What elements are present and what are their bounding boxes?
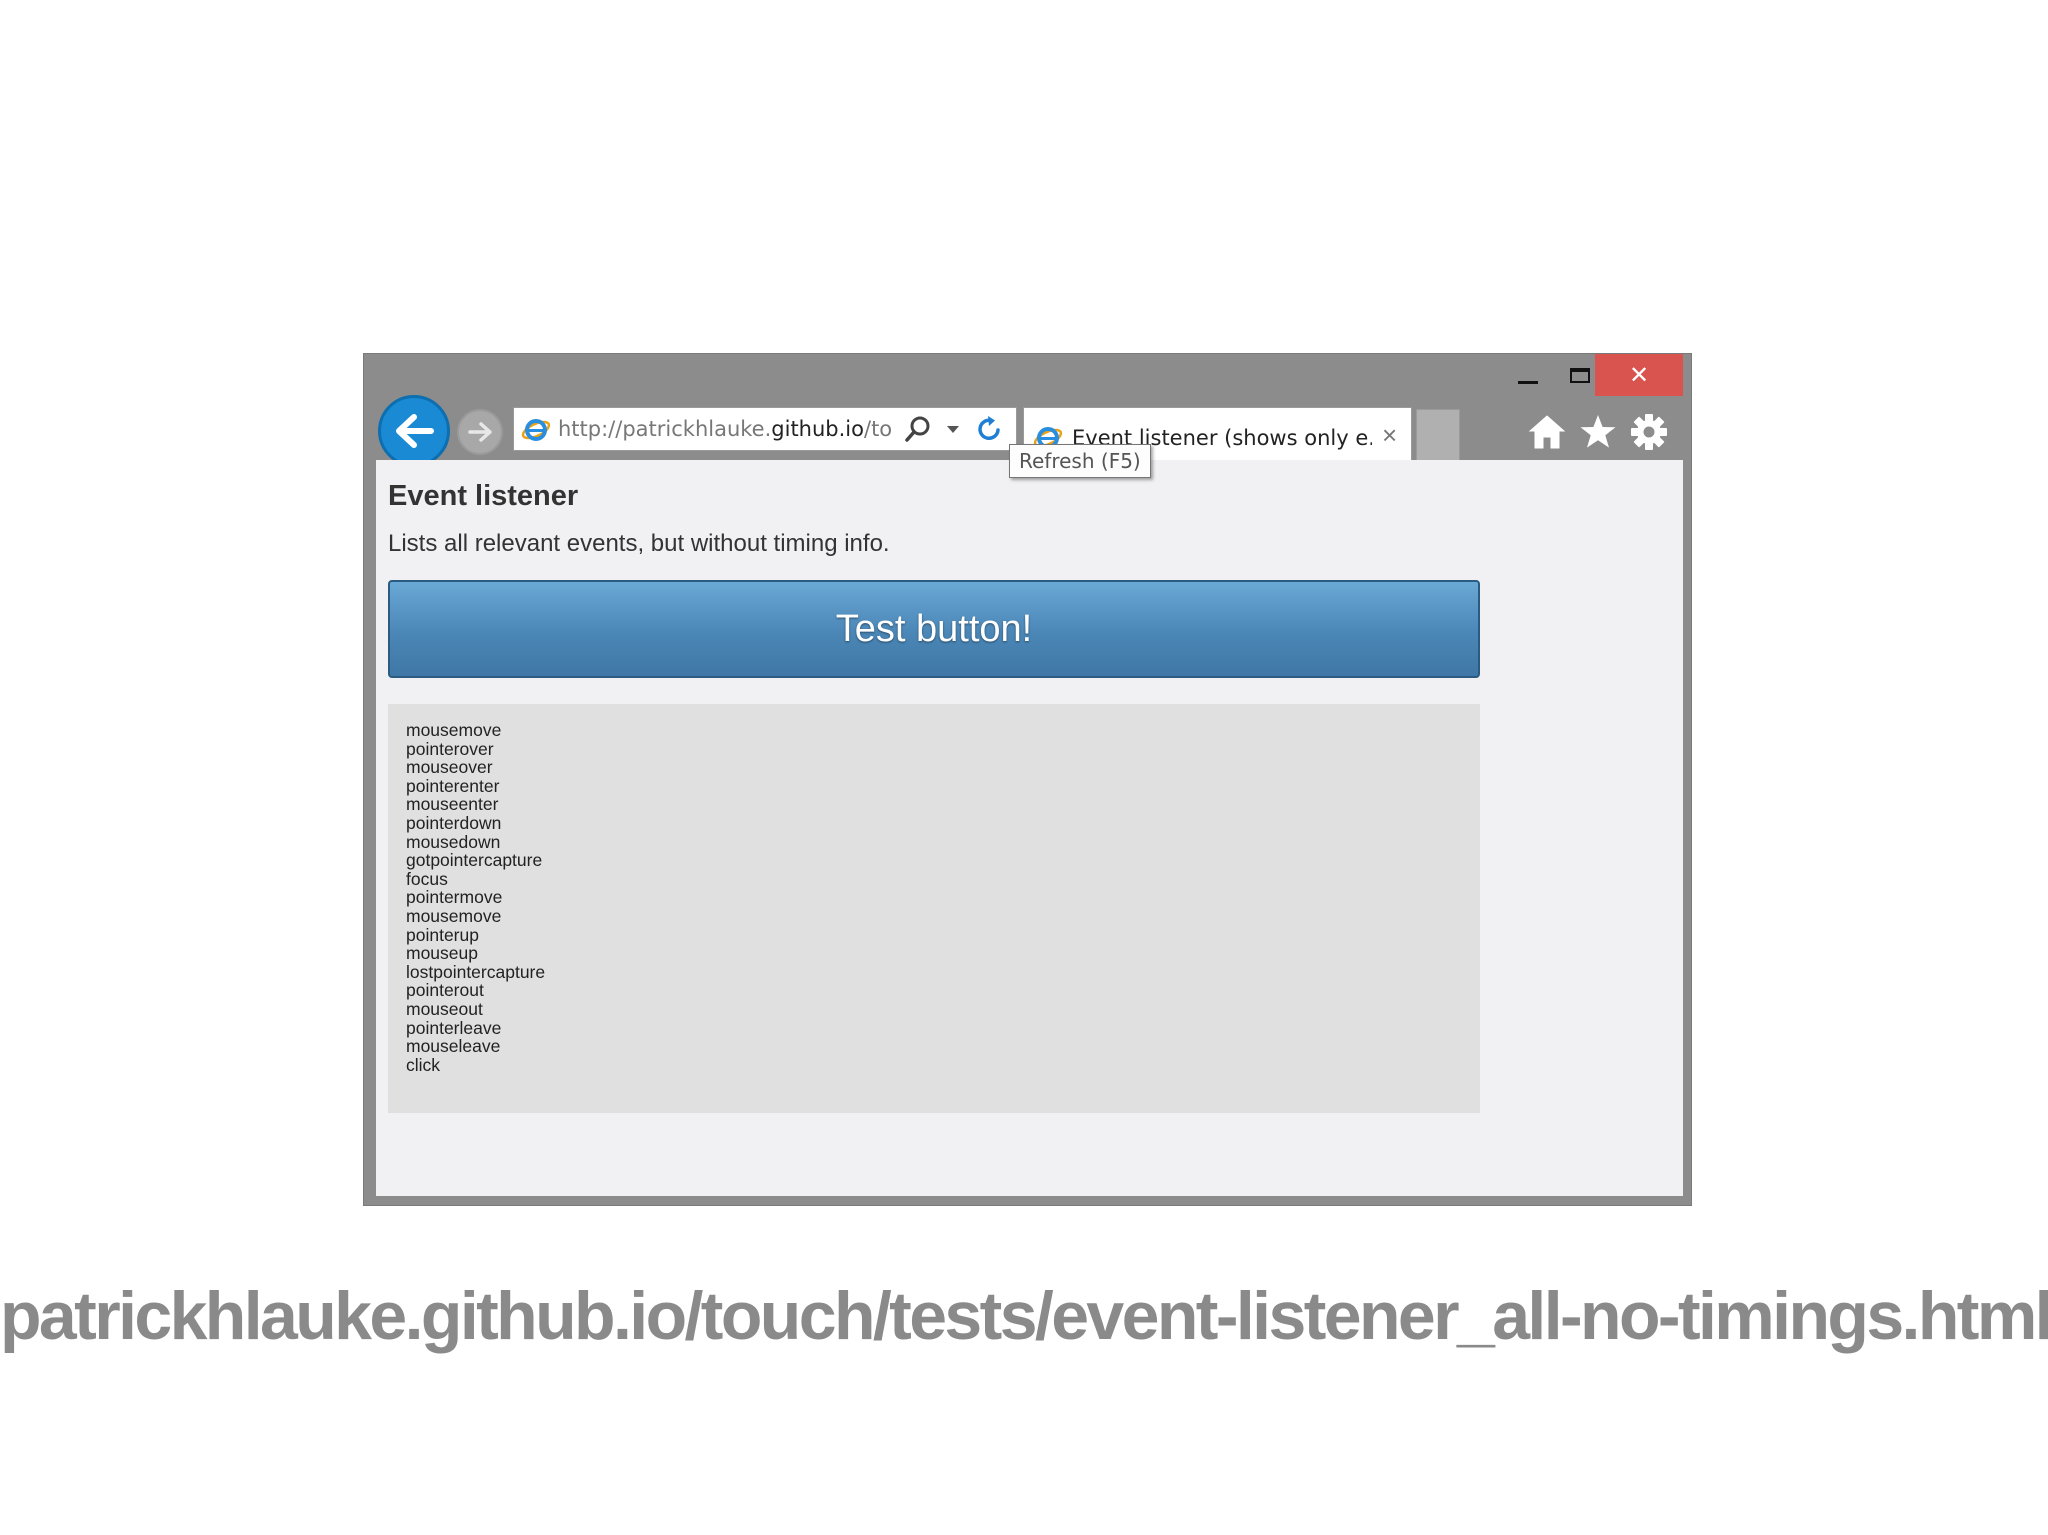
event-log-item: mouseout	[406, 998, 483, 1019]
footer-url: patrickhlauke.github.io/touch/tests/even…	[0, 1278, 2048, 1354]
event-log-item: mouseup	[406, 943, 478, 964]
event-log-item: pointerleave	[406, 1017, 502, 1038]
event-log-item: pointerout	[406, 980, 484, 1001]
event-log: mousemove pointerover mouseover pointerente…	[388, 704, 1480, 1113]
refresh-icon[interactable]	[974, 414, 1004, 444]
address-url[interactable]: http://patrickhlauke.github.io/to	[558, 417, 898, 441]
address-bar[interactable]: http://patrickhlauke.github.io/to	[513, 407, 1017, 451]
event-log-item: pointerenter	[406, 775, 500, 796]
event-log-item: mouseover	[406, 757, 493, 778]
url-domain: github.io	[771, 417, 864, 441]
ie-logo-icon	[520, 413, 552, 445]
forward-arrow-icon	[468, 422, 492, 442]
page-title: Event listener	[388, 480, 579, 512]
search-icon[interactable]	[904, 415, 932, 443]
url-prefix: http://patrickhlauke.	[558, 417, 772, 441]
forward-button[interactable]	[457, 409, 503, 455]
back-arrow-icon	[396, 414, 434, 448]
event-log-item: mousedown	[406, 831, 501, 852]
close-button[interactable]: ✕	[1595, 354, 1683, 396]
url-suffix: /to	[864, 417, 893, 441]
event-log-item: focus	[406, 868, 448, 889]
test-button[interactable]: Test button!	[388, 580, 1480, 678]
event-log-item: mousemove	[406, 720, 502, 740]
event-log-item: pointerup	[406, 924, 479, 945]
event-log-item: pointerdown	[406, 812, 502, 833]
page-description: Lists all relevant events, but without t…	[388, 530, 890, 557]
page-content: Event listener Lists all relevant events…	[376, 460, 1683, 1196]
event-log-item: lostpointercapture	[406, 961, 546, 982]
home-icon[interactable]	[1524, 409, 1570, 455]
event-log-item: mouseleave	[406, 1036, 501, 1057]
dropdown-arrow-icon[interactable]	[946, 424, 960, 434]
new-tab-button[interactable]	[1416, 409, 1460, 461]
event-log-item: gotpointercapture	[406, 850, 543, 871]
event-log-item: mousemove	[406, 905, 502, 926]
event-log-item: pointermove	[406, 887, 503, 908]
event-log-item: click	[406, 1054, 441, 1075]
back-button[interactable]	[378, 395, 450, 467]
close-icon: ✕	[1628, 361, 1650, 389]
gear-icon[interactable]	[1626, 409, 1672, 455]
event-log-item: pointerover	[406, 738, 494, 759]
tab-close-icon[interactable]: ×	[1382, 420, 1397, 451]
star-icon[interactable]	[1575, 409, 1621, 455]
refresh-tooltip: Refresh (F5)	[1009, 444, 1151, 478]
browser-window: ✕ http://patrickhlauke.github.io/to Even…	[363, 353, 1692, 1206]
event-log-item: mouseenter	[406, 794, 499, 815]
minimize-button[interactable]	[1502, 354, 1554, 396]
